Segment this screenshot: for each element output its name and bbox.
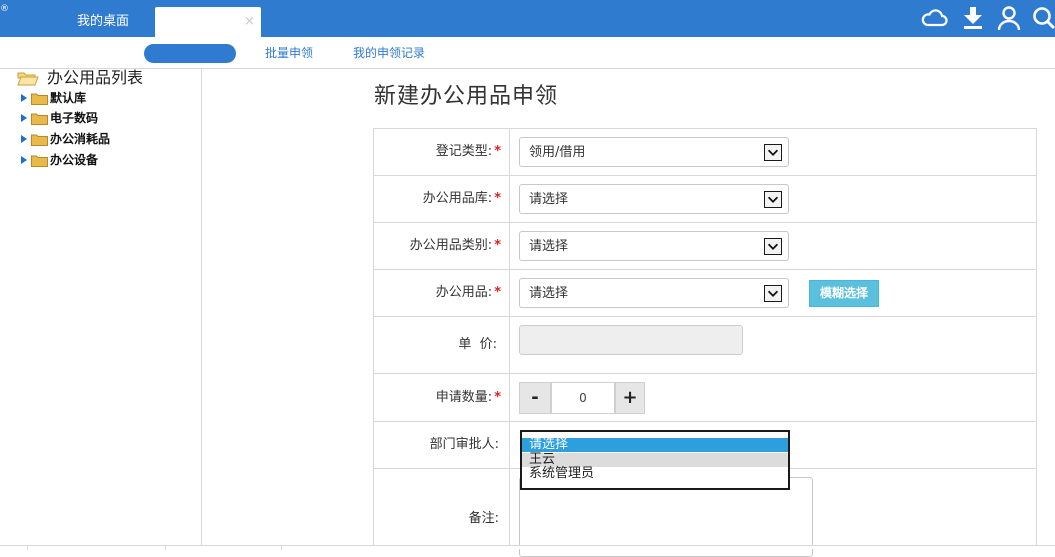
fuzzy-select-button[interactable]: 模糊选择 xyxy=(809,280,879,307)
label-cell: 办公用品库: * xyxy=(374,176,510,222)
caret-right-icon[interactable] xyxy=(20,94,28,102)
quantity-input[interactable]: 0 xyxy=(551,382,615,414)
field-label: 登记类型: * xyxy=(435,144,501,159)
folder-icon xyxy=(31,134,48,146)
tab-close-icon[interactable]: × xyxy=(244,7,255,37)
form-row-store: 办公用品库: * 请选择 xyxy=(374,176,1036,223)
field-label: 办公用品类别: * xyxy=(409,238,501,253)
subnav-item-my-records[interactable]: 我的申领记录 xyxy=(353,44,425,63)
required-mark: * xyxy=(494,390,501,405)
unit-price-input xyxy=(519,325,743,355)
tree-node-label: 默认库 xyxy=(50,91,87,105)
form-row-register-type: 登记类型: * 领用/借用 xyxy=(374,129,1036,176)
dropdown-option[interactable]: 王云 xyxy=(522,453,788,467)
register-type-select[interactable]: 领用/借用 xyxy=(519,137,789,167)
category-select[interactable]: 请选择 xyxy=(519,231,789,261)
folder-icon xyxy=(31,155,48,167)
search-icon[interactable] xyxy=(1031,5,1055,31)
logo-mark: ® xyxy=(0,4,9,14)
select-value: 请选择 xyxy=(529,192,569,207)
quantity-decrement-button[interactable]: - xyxy=(519,382,551,414)
label-cell: 登记类型: * xyxy=(374,129,510,175)
form-row-unit-price: 单 价: xyxy=(374,317,1036,374)
subnav-item-apply[interactable]: 办公用品申领 xyxy=(144,44,236,63)
required-mark: * xyxy=(494,191,501,206)
tree-root-label: 办公用品列表 xyxy=(47,68,144,87)
chevron-down-icon[interactable] xyxy=(764,144,782,161)
label-cell: 办公用品类别: * xyxy=(374,223,510,269)
form-row-approver: 部门审批人: 请选择 王云 系统管理员 xyxy=(374,422,1036,490)
form-row-item: 办公用品: * 请选择 模糊选择 xyxy=(374,270,1036,317)
folder-icon xyxy=(31,93,48,105)
download-icon[interactable] xyxy=(959,5,987,31)
dropdown-option[interactable]: 系统管理员 xyxy=(522,467,788,481)
chevron-down-icon[interactable] xyxy=(764,191,782,208)
label-cell: 备注: xyxy=(374,469,510,546)
chevron-down-icon[interactable] xyxy=(764,238,782,255)
select-value: 请选择 xyxy=(529,239,569,254)
bottom-divider xyxy=(28,546,166,550)
tab-office-supplies-apply[interactable]: 办公用品申领 × xyxy=(155,7,261,37)
dropdown-option[interactable]: 请选择 xyxy=(522,438,788,452)
subnav-item-batch-apply[interactable]: 批量申领 xyxy=(265,44,313,63)
required-mark: * xyxy=(494,285,501,300)
tree-node-label: 办公消耗品 xyxy=(50,132,111,146)
field-label: 申请数量: * xyxy=(435,390,501,405)
quantity-increment-button[interactable]: + xyxy=(615,382,645,414)
form-row-category: 办公用品类别: * 请选择 xyxy=(374,223,1036,270)
tab-my-desktop[interactable]: 我的桌面 xyxy=(77,7,129,37)
field-label: 办公用品: * xyxy=(435,285,501,300)
cloud-icon[interactable] xyxy=(920,5,948,31)
label-cell: 单 价: xyxy=(374,317,510,373)
required-mark: * xyxy=(494,144,501,159)
select-value: 请选择 xyxy=(529,286,569,301)
page-title: 新建办公用品申领 xyxy=(374,84,559,109)
store-select[interactable]: 请选择 xyxy=(519,184,789,214)
bottom-divider xyxy=(0,546,28,550)
required-mark: * xyxy=(494,238,501,253)
top-bar: ® 我的桌面 办公用品申领 × xyxy=(0,0,1055,37)
field-label: 单 价: xyxy=(458,337,497,352)
field-label: 部门审批人: xyxy=(429,437,499,452)
caret-right-icon[interactable] xyxy=(20,114,28,122)
approver-dropdown-list[interactable]: 请选择 王云 系统管理员 xyxy=(520,430,790,490)
sub-navigation: 办公用品申领 批量申领 我的申领记录 xyxy=(0,37,1055,69)
form-row-quantity: 申请数量: * - 0 + xyxy=(374,374,1036,422)
tree-node-label: 电子数码 xyxy=(50,111,99,125)
tab-label: 办公用品申领 xyxy=(162,14,241,29)
caret-right-icon[interactable] xyxy=(20,156,28,164)
user-icon[interactable] xyxy=(995,5,1023,31)
bottom-strip xyxy=(0,545,1055,550)
select-value: 领用/借用 xyxy=(529,145,586,160)
label-cell: 办公用品: * xyxy=(374,270,510,316)
label-cell: 部门审批人: xyxy=(374,422,510,468)
label-cell: 申请数量: * xyxy=(374,374,510,421)
chevron-down-icon[interactable] xyxy=(764,285,782,302)
apply-form: 登记类型:* 领用/借用 办公用品库:* 请选择 办公用品类别:* 请选择 xyxy=(373,128,1037,557)
sidebar: 办公用品列表 默认库 电子数码 办公消耗品 办公设备 xyxy=(0,69,202,547)
field-label: 备注: xyxy=(468,511,499,526)
field-label: 办公用品库: * xyxy=(422,191,501,206)
open-folder-icon xyxy=(17,72,39,86)
folder-icon xyxy=(31,113,48,125)
item-select[interactable]: 请选择 xyxy=(519,278,789,308)
caret-right-icon[interactable] xyxy=(20,135,28,143)
tree-node-label: 办公设备 xyxy=(50,153,99,167)
bottom-divider xyxy=(166,546,282,550)
